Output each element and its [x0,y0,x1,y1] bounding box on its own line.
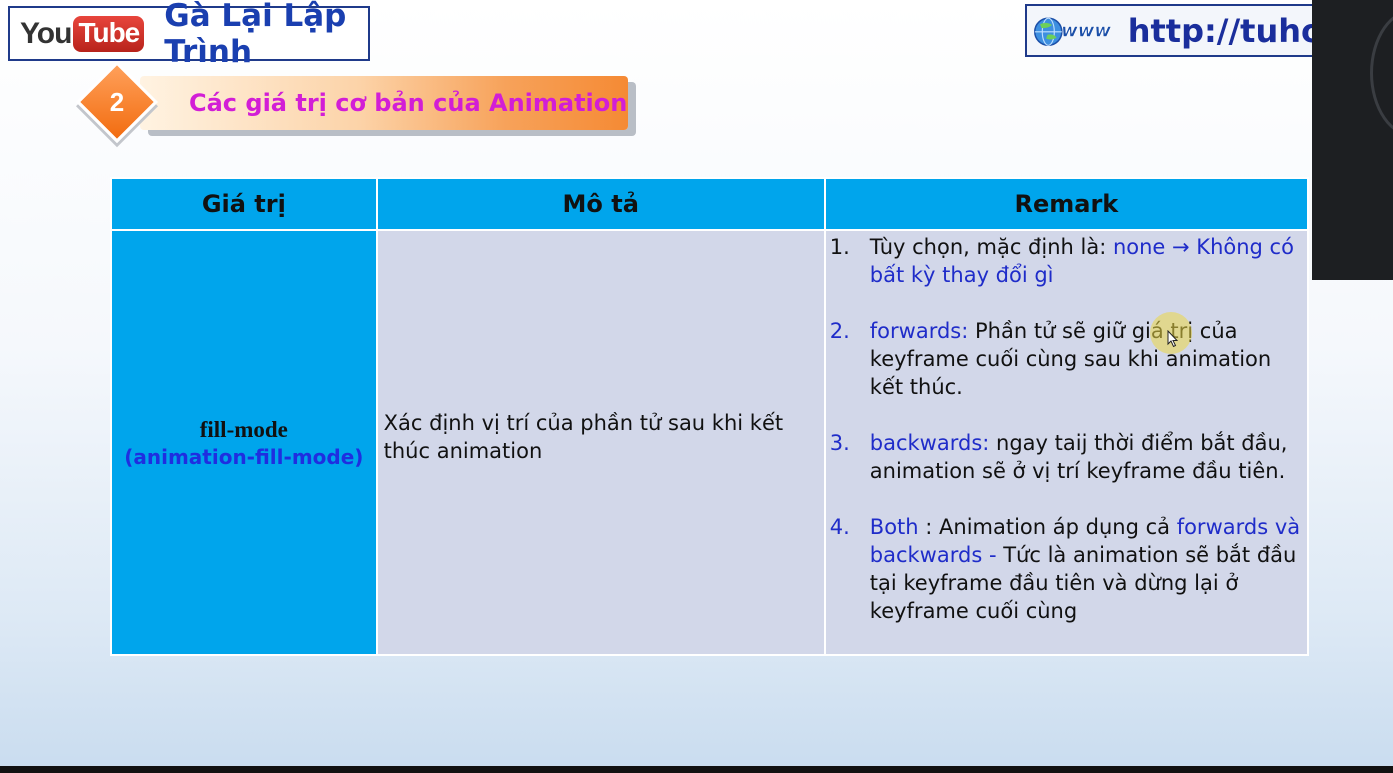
property-name: fill-mode [199,416,288,442]
description-text: Xác định vị trí của phần tử sau khi kết … [383,410,784,463]
remark-number: 2. [829,319,850,343]
webcam-overlay-panel [1312,0,1393,280]
mouse-cursor-icon [1167,330,1179,348]
section-number: 2 [109,86,125,117]
table-row: fill-mode (animation-fill-mode) Xác định… [110,229,1310,656]
youtube-logo: You Tube [20,15,145,52]
remark-text: forwards: Phần tử sẽ giữ giá trị của key… [870,317,1301,401]
value-cell: fill-mode (animation-fill-mode) [110,229,378,656]
header-description: Mô tả [375,177,826,231]
youtube-logo-you: You [20,16,72,50]
remark-text-part: Both [869,515,919,539]
webcam-ring-shape [1370,8,1393,138]
remark-item: 2. forwards: Phần tử sẽ giữ giá trị của … [830,317,1301,401]
description-cell: Xác định vị trí của phần tử sau khi kết … [375,229,826,656]
header-remark: Remark [823,177,1310,231]
remark-number: 3. [829,431,850,455]
youtube-logo-tube: Tube [73,15,145,52]
section-banner: Các giá trị cơ bản của Animation [140,76,628,130]
table-header-row: Giá trị Mô tả Remark [110,177,1310,231]
remark-text-part: Tùy chọn, mặc định là: [869,235,1113,259]
svg-text:www: www [1061,20,1111,41]
remark-number: 1. [829,235,850,259]
remark-cell: 1. Tùy chọn, mặc định là: none → Không c… [823,229,1310,656]
animation-values-table: Giá trị Mô tả Remark fill-mode (animatio… [110,177,1310,656]
remark-item: 4. Both : Animation áp dụng cả forwards … [830,513,1301,625]
website-box: www http://tuho [1025,4,1325,57]
header-value: Giá trị [110,177,378,231]
remark-text: Both : Animation áp dụng cả forwards và … [870,513,1301,625]
remark-item: 1. Tùy chọn, mặc định là: none → Không c… [830,233,1301,289]
channel-name: Gà Lại Lập Trình [164,0,347,70]
remark-text-part: backwards: [869,431,990,455]
remark-item: 3. backwards: ngay taij thời điểm bắt đầ… [830,429,1301,485]
website-url: http://tuho [1127,11,1323,50]
section-title: Các giá trị cơ bản của Animation [189,89,628,117]
remark-text-part: - [982,543,1004,567]
remark-text: backwards: ngay taij thời điểm bắt đầu, … [870,429,1301,485]
remark-text: Tùy chọn, mặc định là: none → Không có b… [870,233,1301,289]
www-globe-icon: www [1034,16,1112,46]
bottom-bar [0,766,1393,773]
remark-text-part: : Animation áp dụng cả [918,515,1177,539]
property-full-name: (animation-fill-mode) [124,444,364,469]
channel-brand-box: You Tube Gà Lại Lập Trình [8,0,370,70]
remark-number: 4. [829,515,850,539]
remark-text-part: forwards: [869,319,969,343]
